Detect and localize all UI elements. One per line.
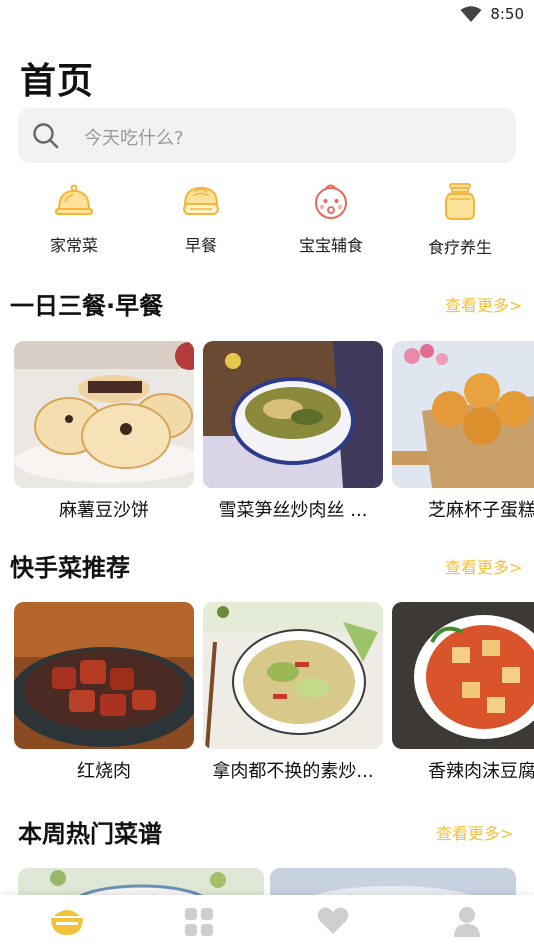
grid-icon (185, 908, 213, 936)
category-home-cooking[interactable]: 家常菜 (14, 182, 134, 256)
search-bar[interactable]: 今天吃什么? (18, 108, 516, 163)
recipe-image (14, 602, 194, 749)
baby-face-icon (315, 184, 347, 219)
tab-categories[interactable] (183, 906, 217, 938)
category-row: 家常菜 早餐 宝宝辅食 食疗养生 (0, 182, 534, 262)
breakfast-card-row: 麻薯豆沙饼 雪菜笋丝炒肉丝 ... 芝麻杯子蛋糕 (0, 341, 534, 531)
heart-icon (317, 907, 349, 934)
quick-card-row: 红烧肉 拿肉都不换的素炒... 香辣肉沫豆腐 (0, 602, 534, 792)
tab-favorites[interactable] (317, 906, 351, 938)
recipe-image (392, 341, 534, 488)
home-bowl-icon (51, 910, 83, 935)
recipe-card[interactable]: 香辣肉沫豆腐 (392, 602, 534, 783)
page-title: 首页 (20, 61, 95, 102)
see-more-link[interactable]: 查看更多> (436, 820, 513, 844)
recipe-title: 拿肉都不换的素炒... (212, 761, 374, 782)
bottom-tab-bar (0, 895, 534, 949)
tab-profile[interactable] (451, 906, 485, 938)
search-placeholder: 今天吃什么? (84, 128, 184, 149)
section-title: 快手菜推荐 (10, 554, 130, 582)
steamed-bun-icon (183, 186, 219, 215)
wifi-icon (460, 6, 482, 22)
profile-icon (454, 907, 480, 937)
recipe-card[interactable]: 芝麻杯子蛋糕 (392, 341, 534, 522)
category-label: 宝宝辅食 (298, 236, 363, 255)
recipe-image (203, 602, 383, 749)
section-weekly-hot-header: 本周热门菜谱 查看更多> (0, 812, 534, 852)
category-label: 食疗养生 (427, 238, 492, 257)
recipe-title: 香辣肉沫豆腐 (428, 761, 534, 782)
category-breakfast[interactable]: 早餐 (141, 182, 261, 256)
section-title: 一日三餐·早餐 (10, 292, 164, 320)
recipe-card[interactable]: 雪菜笋丝炒肉丝 ... (203, 341, 383, 522)
section-title: 本周热门菜谱 (18, 820, 162, 848)
recipe-image (14, 341, 194, 488)
search-icon (33, 123, 59, 149)
section-breakfast-header: 一日三餐·早餐 查看更多> (0, 284, 534, 324)
see-more-link[interactable]: 查看更多> (445, 292, 522, 316)
tab-home[interactable] (50, 906, 84, 938)
recipe-title: 红烧肉 (77, 761, 131, 782)
recipe-card[interactable]: 麻薯豆沙饼 (14, 341, 194, 522)
status-time: 8:50 (490, 5, 524, 23)
recipe-image (392, 602, 534, 749)
recipe-title: 麻薯豆沙饼 (59, 500, 149, 521)
category-food-therapy[interactable]: 食疗养生 (400, 182, 520, 258)
category-label: 早餐 (184, 236, 217, 255)
recipe-card[interactable]: 拿肉都不换的素炒... (203, 602, 383, 783)
section-quick-header: 快手菜推荐 查看更多> (0, 546, 534, 586)
recipe-title: 雪菜笋丝炒肉丝 ... (218, 500, 368, 521)
recipe-image (203, 341, 383, 488)
see-more-link[interactable]: 查看更多> (445, 554, 522, 578)
cloche-icon (55, 184, 93, 215)
recipe-title: 芝麻杯子蛋糕 (428, 500, 534, 521)
status-bar: 8:50 (0, 0, 534, 30)
category-label: 家常菜 (49, 236, 98, 255)
jar-icon (445, 183, 475, 220)
recipe-card[interactable]: 红烧肉 (14, 602, 194, 783)
category-baby-food[interactable]: 宝宝辅食 (271, 182, 391, 256)
